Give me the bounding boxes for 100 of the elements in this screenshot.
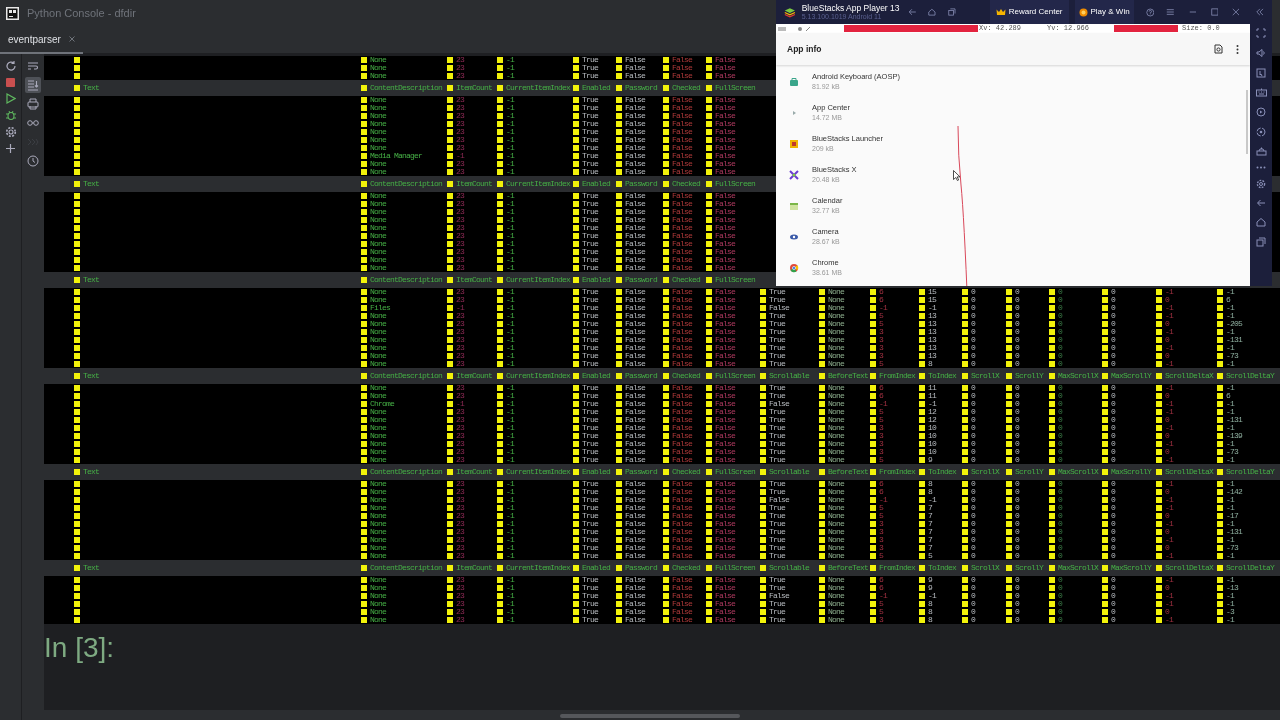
table-cell: -1 (1165, 440, 1173, 448)
table-cell: False (625, 320, 645, 328)
table-cell: 23 (456, 192, 464, 200)
reward-center-button[interactable]: Reward Center (989, 0, 1069, 24)
app-icon (789, 138, 799, 149)
history-icon[interactable] (25, 153, 41, 169)
table-cell: 0 (1111, 520, 1115, 528)
menu-icon[interactable] (1166, 7, 1175, 17)
recents-icon[interactable] (947, 7, 956, 17)
table-cell: None (828, 336, 844, 344)
table-cell: False (625, 312, 645, 320)
rerun-icon[interactable] (4, 60, 17, 72)
table-cell: False (625, 512, 645, 520)
table-cell: None (370, 96, 386, 104)
bug-icon[interactable] (4, 109, 17, 121)
table-cell: False (625, 256, 645, 264)
table-cell: 0 (1111, 304, 1115, 312)
table-cell: 6 (879, 392, 883, 400)
table-cell: 0 (1015, 320, 1019, 328)
table-cell: -1 (1226, 400, 1234, 408)
table-cell: -1 (506, 512, 514, 520)
settings-icon[interactable] (4, 126, 17, 138)
add-icon[interactable] (5, 143, 16, 154)
table-cell: 8 (928, 616, 932, 624)
back-icon[interactable] (1256, 199, 1266, 207)
fullscreen-icon[interactable] (1256, 28, 1266, 38)
table-cell: -1 (1226, 480, 1234, 488)
scrollbar-thumb[interactable] (560, 714, 740, 718)
run-icon[interactable] (5, 93, 16, 104)
rotate-icon[interactable] (1256, 127, 1266, 137)
help-icon[interactable] (1145, 6, 1155, 18)
table-cell: True (582, 448, 598, 456)
table-cell: None (370, 192, 386, 200)
column-header: MaxScrollY (1111, 466, 1151, 478)
scrollbar-thumb[interactable] (1246, 90, 1248, 154)
more-icon[interactable] (1236, 44, 1239, 54)
table-cell: 0 (1111, 400, 1115, 408)
column-header: ItemCount (456, 82, 492, 94)
table-cell: 0 (1058, 440, 1062, 448)
table-cell: True (582, 248, 598, 256)
pointer-icon[interactable] (1256, 68, 1266, 78)
table-cell: -1 (506, 240, 514, 248)
close-icon[interactable] (68, 36, 75, 42)
close-icon[interactable] (1232, 7, 1241, 17)
app-icon (789, 169, 799, 180)
table-cell: False (672, 64, 692, 72)
print-icon[interactable] (25, 96, 41, 112)
table-cell: -1 (1165, 328, 1173, 336)
table-cell: 0 (1015, 408, 1019, 416)
collapse-icon[interactable] (1256, 7, 1264, 17)
keyboard-icon[interactable] (1255, 88, 1267, 97)
volume-icon[interactable] (1256, 48, 1266, 58)
table-cell: True (769, 488, 785, 496)
table-cell: False (625, 360, 645, 368)
table-cell: False (672, 200, 692, 208)
table-cell: False (672, 424, 692, 432)
play-and-win-button[interactable]: Play & Win (1074, 0, 1134, 24)
table-cell: True (582, 616, 598, 624)
table-cell: 0 (1111, 480, 1115, 488)
table-cell: 0 (1111, 344, 1115, 352)
table-cell: 0 (1058, 288, 1062, 296)
table-cell: 0 (1058, 528, 1062, 536)
table-cell: True (582, 440, 598, 448)
table-cell: 23 (456, 216, 464, 224)
table-cell: 5 (879, 504, 883, 512)
settings-icon[interactable] (1256, 179, 1266, 189)
table-cell: 0 (1111, 536, 1115, 544)
table-cell: -1 (506, 192, 514, 200)
table-cell: False (715, 120, 735, 128)
recents-icon[interactable] (1256, 237, 1266, 247)
table-cell: 0 (1165, 544, 1169, 552)
maximize-icon[interactable] (1210, 7, 1219, 17)
table-cell: False (715, 600, 735, 608)
table-cell: None (828, 408, 844, 416)
home-icon[interactable] (1256, 217, 1266, 227)
table-cell: False (625, 168, 645, 176)
table-cell: False (672, 296, 692, 304)
table-cell: True (769, 552, 785, 560)
column-header: Enabled (582, 274, 610, 286)
table-cell: True (582, 240, 598, 248)
record-icon[interactable] (1256, 107, 1266, 117)
table-cell: 0 (1111, 496, 1115, 504)
document-search-icon[interactable] (1214, 44, 1223, 54)
table-cell: 0 (1015, 336, 1019, 344)
home-icon[interactable] (928, 7, 936, 17)
table-cell: False (715, 440, 735, 448)
table-cell: False (715, 208, 735, 216)
table-cell: 0 (1111, 448, 1115, 456)
back-icon[interactable] (907, 7, 917, 17)
table-cell: None (370, 480, 386, 488)
table-cell: None (828, 592, 844, 600)
table-cell: 0 (971, 480, 975, 488)
stop-icon[interactable] (5, 77, 16, 88)
scroll-to-end-icon[interactable] (25, 77, 41, 93)
table-cell: -1 (506, 416, 514, 424)
table-cell: None (370, 616, 386, 624)
table-cell: None (828, 288, 844, 296)
table-cell: 0 (1015, 528, 1019, 536)
table-cell: -1 (1226, 408, 1234, 416)
more-icon[interactable] (1256, 166, 1266, 169)
